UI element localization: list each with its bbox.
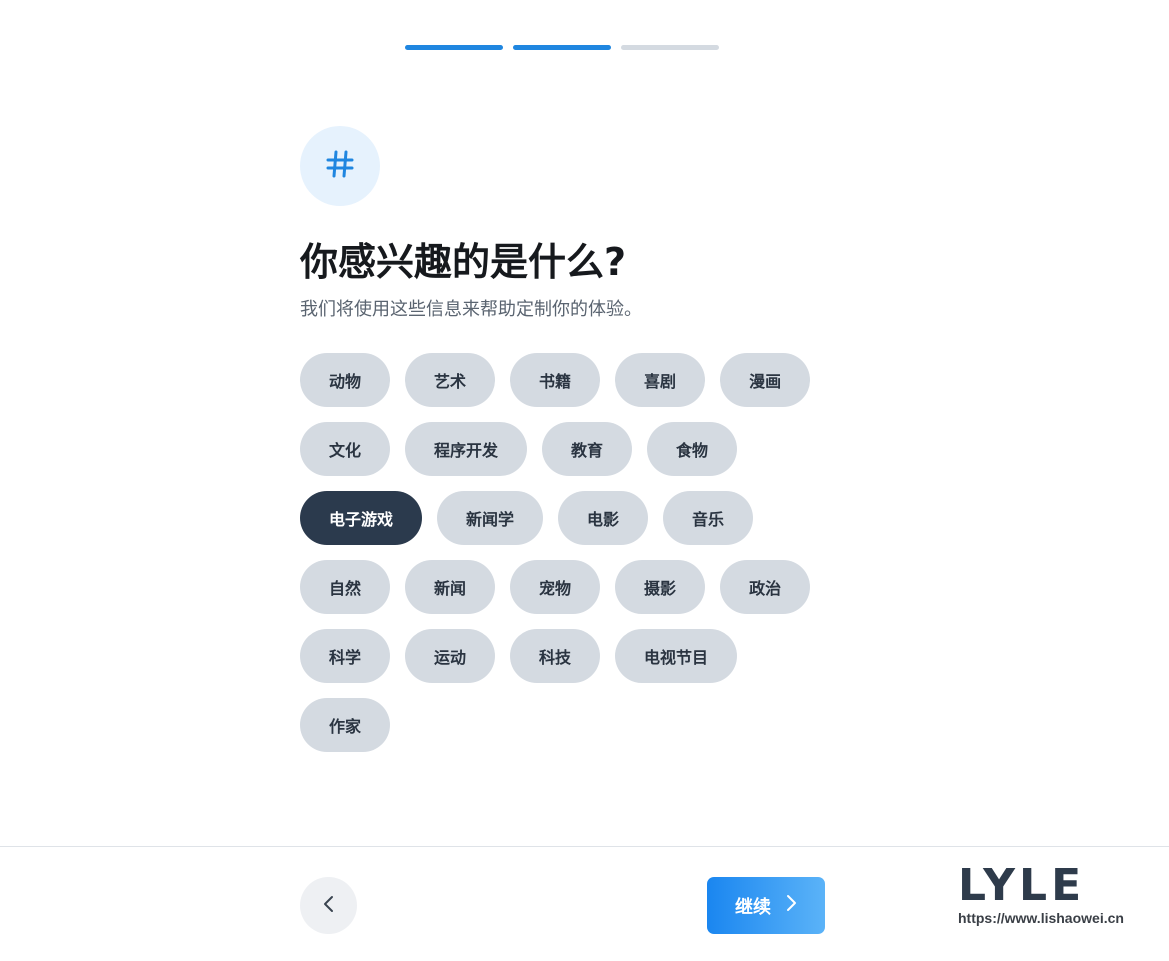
interest-chip[interactable]: 电影 <box>558 491 649 545</box>
interest-chip[interactable]: 新闻 <box>405 560 496 614</box>
logo-text: LYLE <box>958 860 1086 911</box>
footer-divider <box>0 846 1169 847</box>
interest-chip[interactable]: 程序开发 <box>405 422 528 476</box>
interest-chip-row: 电子游戏 新闻学 电影 音乐 <box>300 491 840 545</box>
interest-chip[interactable]: 电子游戏 <box>300 491 423 545</box>
interest-chip-grid: 动物 艺术 书籍 喜剧 漫画 文化 程序开发 教育 食物 电子游戏 新闻学 电影 音乐 自然 新闻 宠物 摄影政… <box>300 353 840 752</box>
interest-chip-row: 自然 新闻 宠物 摄影 政治 <box>300 560 840 614</box>
interest-chip-row: 文化 程序开发 教育 食物 <box>300 422 840 476</box>
back-button[interactable] <box>300 877 357 934</box>
interest-chip-row: 动物 艺术 书籍 喜剧 漫画 <box>300 353 840 407</box>
hash-badge <box>300 126 380 206</box>
main-content: 你感兴趣的是什么? 我们将使用这些信息来帮助定制你的体验。 动物 艺术 书籍 喜剧 漫画… <box>300 126 840 752</box>
page-title: 你感兴趣的是什么? <box>300 240 627 284</box>
interest-chip[interactable]: 电视节目 <box>615 629 738 683</box>
continue-label: 继续 <box>735 896 771 918</box>
interest-chip[interactable]: 作家 <box>300 698 391 752</box>
progress-step-3 <box>621 45 719 50</box>
step-progress <box>405 45 719 50</box>
interest-chip-row: 科学 运动 科技 电视节目 <box>300 629 840 683</box>
interest-chip[interactable]: 音乐 <box>663 491 754 545</box>
logo-url: https://www.lishaowei.cn <box>958 910 1124 926</box>
continue-button[interactable]: 继续 <box>707 877 825 934</box>
progress-step-1 <box>405 45 503 50</box>
interest-chip-row: 作家 <box>300 698 840 752</box>
onboarding-interests-page: 你感兴趣的是什么? 我们将使用这些信息来帮助定制你的体验。 动物 艺术 书籍 喜剧 漫画… <box>0 0 1169 961</box>
interest-chip[interactable]: 科学 <box>300 629 391 683</box>
interest-chip[interactable]: 运动 <box>405 629 496 683</box>
page-subtitle: 我们将使用这些信息来帮助定制你的体验。 <box>300 299 642 320</box>
hash-icon <box>325 149 355 183</box>
interest-chip[interactable]: 新闻学 <box>437 491 544 545</box>
interest-chip[interactable]: 书籍 <box>510 353 601 407</box>
chevron-right-icon <box>785 894 797 917</box>
interest-chip[interactable]: 政治 <box>720 560 811 614</box>
interest-chip[interactable]: 自然 <box>300 560 391 614</box>
interest-chip[interactable]: 摄影 <box>615 560 706 614</box>
interest-chip[interactable]: 艺术 <box>405 353 496 407</box>
interest-chip[interactable]: 科技 <box>510 629 601 683</box>
progress-step-2 <box>513 45 611 50</box>
interest-chip[interactable]: 食物 <box>647 422 738 476</box>
chevron-left-icon <box>322 895 336 917</box>
interest-chip[interactable]: 喜剧 <box>615 353 706 407</box>
interest-chip[interactable]: 漫画 <box>720 353 811 407</box>
interest-chip[interactable]: 宠物 <box>510 560 601 614</box>
watermark-logo: LYLE https://www.lishaowei.cn <box>958 860 1138 927</box>
interest-chip[interactable]: 文化 <box>300 422 391 476</box>
interest-chip[interactable]: 教育 <box>542 422 633 476</box>
interest-chip[interactable]: 动物 <box>300 353 391 407</box>
